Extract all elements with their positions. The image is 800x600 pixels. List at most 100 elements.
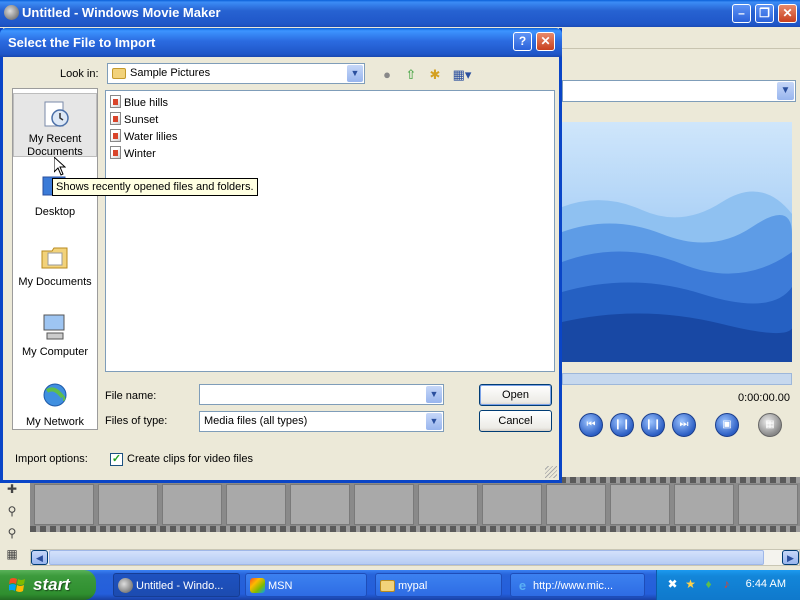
file-item-sunset[interactable]: Sunset — [110, 112, 158, 127]
chevron-down-icon[interactable]: ▼ — [426, 413, 442, 430]
windows-logo-icon — [9, 578, 25, 592]
file-name: Blue hills — [124, 97, 169, 109]
msn-messenger-icon[interactable]: ★ — [683, 577, 698, 592]
narrate-icon[interactable]: ⚲ — [4, 526, 20, 542]
help-icon[interactable]: ? — [513, 32, 532, 51]
scroll-right-icon[interactable]: ▶ — [782, 550, 799, 565]
app-title-bar[interactable]: Untitled - Windows Movie Maker – ❐ ✕ — [0, 0, 800, 27]
storyboard-area: ✚ ⚲ ⚲ ▦ ◀ ▶ — [0, 477, 800, 570]
place-label: My Recent Documents — [27, 133, 83, 158]
chevron-down-icon[interactable]: ▼ — [347, 65, 363, 82]
close-icon[interactable]: ✕ — [536, 32, 555, 51]
scroll-left-icon[interactable]: ◀ — [31, 550, 48, 565]
previous-frame-icon[interactable]: ⏮ — [579, 413, 603, 437]
start-label: start — [33, 575, 70, 594]
storyboard-slot[interactable] — [290, 484, 350, 525]
menu-bar — [560, 27, 800, 49]
minimize-icon[interactable]: – — [732, 4, 751, 23]
tooltip: Shows recently opened files and folders. — [52, 178, 258, 196]
up-folder-icon[interactable]: ⇧ — [402, 66, 420, 84]
place-label: My Network — [25, 416, 85, 428]
place-my-computer[interactable]: My Computer — [13, 311, 97, 367]
security-center-icon[interactable]: ♦ — [701, 577, 716, 592]
pause-icon[interactable]: ❙❙ — [641, 413, 665, 437]
close-icon[interactable]: ✕ — [778, 4, 797, 23]
file-name-field[interactable]: ▼ — [199, 384, 444, 405]
task-label: http://www.mic... — [533, 580, 614, 592]
storyboard-slot[interactable] — [162, 484, 222, 525]
back-icon[interactable]: ● — [378, 66, 396, 84]
image-file-icon — [110, 95, 121, 108]
file-item-water-lilies[interactable]: Water lilies — [110, 129, 177, 144]
chevron-down-icon[interactable]: ▼ — [426, 386, 442, 403]
film-perforation — [30, 526, 800, 532]
zoom-out-icon[interactable]: ⚲ — [4, 504, 20, 520]
place-label: Desktop — [34, 206, 76, 218]
dialog-title-bar[interactable]: Select the File to Import ? ✕ — [0, 28, 562, 57]
view-menu-icon[interactable]: ▦▾ — [450, 66, 474, 84]
image-file-icon — [110, 129, 121, 142]
storyboard-slot[interactable] — [98, 484, 158, 525]
chevron-down-icon[interactable]: ▼ — [777, 82, 794, 100]
look-in-content: Sample Pictures — [112, 67, 210, 79]
file-name-label: File name: — [105, 390, 157, 402]
file-list[interactable]: Blue hills Sunset Water lilies Winter — [105, 90, 555, 372]
storyboard-tools: ✚ ⚲ ⚲ ▦ — [0, 477, 28, 570]
storyboard-slot[interactable] — [226, 484, 286, 525]
task-label: Untitled - Windo... — [136, 580, 224, 592]
place-my-network[interactable]: My Network — [13, 381, 97, 428]
time-readout: 0:00:00.00 — [738, 392, 790, 404]
storyboard-strip[interactable] — [30, 477, 800, 532]
timeline-icon[interactable]: ▦ — [4, 547, 20, 563]
new-folder-icon[interactable]: ✱ — [426, 66, 444, 84]
place-my-recent-documents[interactable]: My Recent Documents — [13, 93, 97, 158]
task-label: MSN — [268, 580, 293, 592]
create-clips-checkbox[interactable]: ✓ — [110, 453, 123, 466]
files-of-type-value: Media files (all types) — [204, 415, 308, 427]
my-documents-icon — [41, 247, 68, 269]
place-my-documents[interactable]: My Documents — [13, 241, 97, 297]
playback-seek-bar[interactable] — [562, 373, 792, 385]
taskbar-item-movie-maker[interactable]: Untitled - Windo... — [113, 573, 240, 597]
mouse-cursor-icon — [54, 157, 66, 176]
file-item-winter[interactable]: Winter — [110, 146, 156, 161]
volume-icon[interactable]: ♪ — [719, 577, 734, 592]
collection-dropdown[interactable]: ▼ — [562, 80, 796, 102]
create-clips-label: Create clips for video files — [127, 453, 253, 465]
storyboard-slot[interactable] — [610, 484, 670, 525]
taskbar-item-internet-explorer[interactable]: e http://www.mic... — [510, 573, 645, 597]
storyboard-slot[interactable] — [674, 484, 734, 525]
scrollbar-thumb[interactable] — [49, 550, 764, 565]
open-button[interactable]: Open — [479, 384, 552, 406]
storyboard-slot[interactable] — [354, 484, 414, 525]
zoom-in-icon[interactable]: ✚ — [4, 482, 20, 498]
storyboard-slot[interactable] — [546, 484, 606, 525]
restore-icon[interactable]: ❐ — [755, 4, 774, 23]
folder-icon — [112, 67, 126, 79]
rewind-icon[interactable]: ❙❙ — [610, 413, 634, 437]
taskbar-item-msn[interactable]: MSN — [245, 573, 367, 597]
file-name: Winter — [124, 148, 156, 160]
storyboard-slot[interactable] — [34, 484, 94, 525]
my-network-icon — [43, 383, 67, 407]
next-frame-icon[interactable]: ⏭ — [672, 413, 696, 437]
split-clip-icon[interactable]: ▦ — [758, 413, 782, 437]
image-file-icon — [110, 146, 121, 159]
resize-grip[interactable] — [545, 466, 557, 478]
fullscreen-icon[interactable]: ▣ — [715, 413, 739, 437]
storyboard-slot[interactable] — [482, 484, 542, 525]
files-of-type-dropdown[interactable]: Media files (all types) ▼ — [199, 411, 444, 432]
storyboard-slot[interactable] — [418, 484, 478, 525]
folder-icon — [380, 580, 395, 592]
file-item-blue-hills[interactable]: Blue hills — [110, 95, 168, 110]
look-in-dropdown[interactable]: Sample Pictures ▼ — [107, 63, 365, 84]
start-button[interactable]: start — [0, 570, 96, 600]
network-icon[interactable]: ✖ — [665, 577, 680, 592]
internet-explorer-icon: e — [518, 578, 527, 593]
files-of-type-label: Files of type: — [105, 415, 168, 427]
storyboard-scrollbar[interactable]: ◀ ▶ — [30, 549, 800, 566]
storyboard-slot[interactable] — [738, 484, 798, 525]
taskbar-item-mypal[interactable]: mypal — [375, 573, 502, 597]
dialog-title: Select the File to Import — [8, 35, 156, 50]
cancel-button[interactable]: Cancel — [479, 410, 552, 432]
